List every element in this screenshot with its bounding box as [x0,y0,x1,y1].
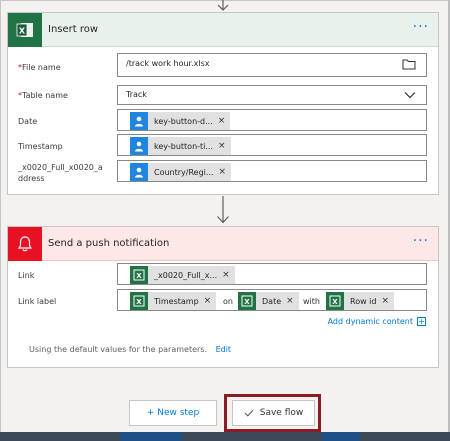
card-title: Send a push notification [48,238,170,249]
new-step-button[interactable]: + New step [129,400,217,426]
token-label: Row id [350,296,377,306]
dynamic-token[interactable]: X Row id × [326,292,395,310]
person-icon [130,112,148,130]
more-options-icon[interactable]: ··· [413,234,429,248]
bottom-taskbar-strip [0,432,450,441]
date-label: Date [18,117,38,126]
taskbar-segment [120,432,182,441]
link-label-field[interactable]: X Timestamp × on X Date × with X Row id … [117,289,427,311]
check-icon [244,409,254,417]
remove-token-icon[interactable]: × [381,296,394,306]
bell-icon [8,226,42,261]
add-dynamic-content-link[interactable]: Add dynamic content + [328,317,426,326]
svg-text:X: X [136,272,142,280]
arrow-down-icon [217,0,229,11]
push-notification-header[interactable]: Send a push notification ··· [8,226,438,261]
timestamp-field[interactable]: key-button-ti... × [117,134,427,156]
inline-text: with [303,297,320,306]
push-notification-card: Send a push notification ··· Link X _x00… [7,226,439,368]
excel-icon: X [326,292,344,310]
dynamic-token[interactable]: Country/Regi... × [130,163,232,181]
svg-text:X: X [244,298,250,306]
inline-text: on [223,297,233,306]
address-field[interactable]: Country/Regi... × [117,160,427,182]
folder-icon[interactable] [402,58,416,70]
defaults-message: Using the default values for the paramet… [29,345,231,354]
table-name-select[interactable]: Track [117,85,427,105]
save-flow-button[interactable]: Save flow [232,400,315,426]
dynamic-token[interactable]: key-button-ti... × [130,137,231,155]
link-field[interactable]: X _x0020_Full_x... × [117,263,427,285]
link-label-label: Link label [18,297,57,306]
svg-text:X: X [332,298,338,306]
remove-token-icon[interactable]: × [222,270,235,280]
dynamic-token[interactable]: X Date × [238,292,299,310]
timestamp-label: Timestamp [18,142,63,151]
plus-icon: + [417,317,426,326]
remove-token-icon[interactable]: × [218,141,231,151]
remove-token-icon[interactable]: × [219,167,232,177]
arrow-down-icon [217,196,229,224]
address-label: _x0020_Full_x0020_a ddress [18,163,103,183]
link-label: Link [18,271,35,280]
token-label: Timestamp [154,296,199,306]
remove-token-icon[interactable]: × [286,296,299,306]
remove-token-icon[interactable]: × [204,296,217,306]
excel-icon: X [238,292,256,310]
save-flow-label: Save flow [259,408,304,418]
file-name-label: *File name [18,63,61,72]
token-label: Date [262,296,282,306]
taskbar-segment [322,432,360,441]
excel-icon: X [130,266,148,284]
token-label: key-button-ti... [154,141,214,151]
more-options-icon[interactable]: ··· [413,20,429,34]
file-name-value: /track work hour.xlsx [126,59,210,68]
token-label: _x0020_Full_x... [154,270,218,280]
add-dynamic-label: Add dynamic content [327,317,413,326]
file-name-field[interactable]: /track work hour.xlsx [117,53,427,77]
table-name-label: *Table name [18,91,68,100]
person-icon [130,137,148,155]
token-label: Country/Regi... [154,167,214,177]
insert-row-header[interactable]: X Insert row ··· [8,12,438,47]
remove-token-icon[interactable]: × [218,116,231,126]
person-icon [130,163,148,181]
excel-icon: X [130,292,148,310]
chevron-down-icon[interactable] [404,91,416,99]
new-step-label: + New step [146,408,200,418]
edit-link[interactable]: Edit [216,345,232,354]
date-field[interactable]: key-button-d... × [117,109,427,131]
svg-text:X: X [136,298,142,306]
table-name-value: Track [126,90,147,99]
card-title: Insert row [48,24,99,35]
defaults-text: Using the default values for the paramet… [29,345,208,354]
insert-row-card: X Insert row ··· *File name /track work … [7,12,439,195]
dynamic-token[interactable]: X Timestamp × [130,292,217,310]
dynamic-token[interactable]: X _x0020_Full_x... × [130,266,235,284]
svg-text:X: X [19,26,26,35]
excel-icon: X [8,12,42,47]
dynamic-token[interactable]: key-button-d... × [130,112,231,130]
token-label: key-button-d... [154,116,213,126]
